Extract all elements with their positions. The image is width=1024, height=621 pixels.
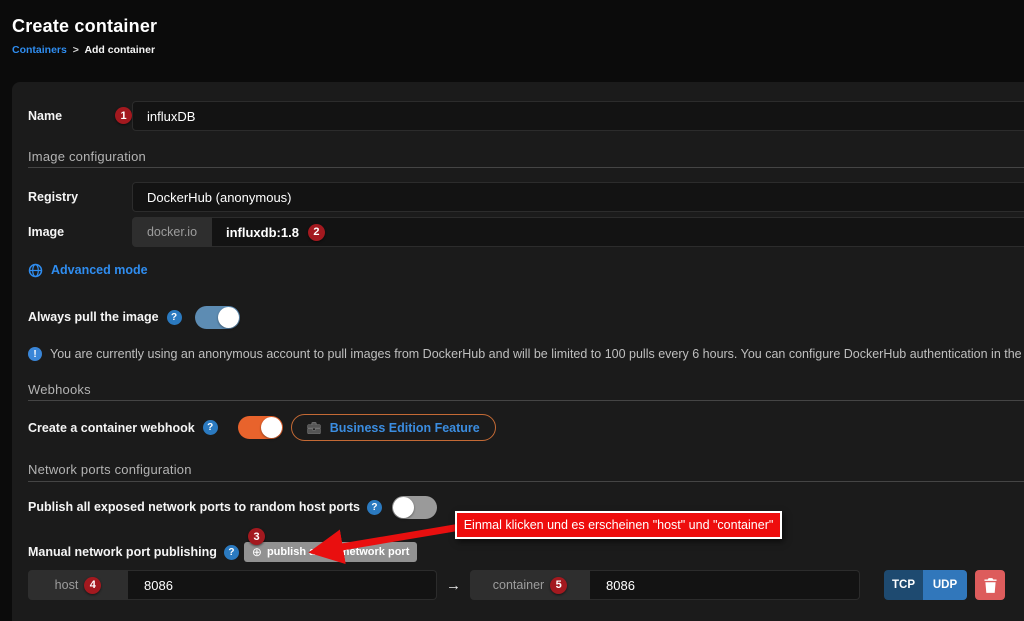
port-mapping-row: host 4 → container 5 TCP UDP xyxy=(28,570,1024,600)
udp-button[interactable]: UDP xyxy=(923,570,967,600)
publish-all-toggle[interactable] xyxy=(392,496,437,519)
delete-port-button[interactable] xyxy=(975,570,1005,600)
publish-port-button-label: publish a new network port xyxy=(267,546,409,558)
container-addon: container 5 xyxy=(470,570,590,600)
toggle-knob xyxy=(218,307,239,328)
image-input[interactable]: influxdb:1.8 2 xyxy=(212,217,1024,247)
manual-port-label: Manual network port publishing xyxy=(28,545,217,559)
container-port-input[interactable] xyxy=(590,570,860,600)
info-icon: ! xyxy=(28,347,42,361)
container-addon-label: container xyxy=(493,578,544,592)
registry-row: Registry xyxy=(28,182,1024,212)
notice-text: You are currently using an anonymous acc… xyxy=(50,347,1024,361)
host-addon: host 4 xyxy=(28,570,128,600)
briefcase-icon xyxy=(307,421,321,434)
section-divider xyxy=(28,481,1024,482)
notice-text-body: You are currently using an anonymous acc… xyxy=(50,347,1024,361)
breadcrumb-current: Add container xyxy=(84,44,155,56)
breadcrumb: Containers > Add container xyxy=(12,44,157,56)
create-webhook-toggle[interactable] xyxy=(238,416,283,439)
plus-circle-icon: ⊕ xyxy=(252,546,262,558)
annotation-badge-1: 1 xyxy=(115,107,132,124)
toggle-knob xyxy=(261,417,282,438)
section-divider xyxy=(28,167,1024,168)
publish-port-button[interactable]: ⊕ publish a new network port xyxy=(244,542,417,562)
page-header: Create container Containers > Add contai… xyxy=(12,16,157,56)
registry-select[interactable] xyxy=(132,182,1024,212)
name-row: Name 1 xyxy=(28,101,1024,131)
breadcrumb-separator: > xyxy=(73,44,79,56)
toggle-knob xyxy=(393,497,414,518)
always-pull-label: Always pull the image xyxy=(28,310,159,324)
help-icon[interactable]: ? xyxy=(224,545,239,560)
help-icon[interactable]: ? xyxy=(167,310,182,325)
page-title: Create container xyxy=(12,16,157,37)
publish-all-label: Publish all exposed network ports to ran… xyxy=(28,500,360,514)
create-container-panel: Name 1 Image configuration Registry Imag… xyxy=(12,82,1024,621)
image-value: influxdb:1.8 xyxy=(226,225,299,240)
image-label: Image xyxy=(28,225,132,239)
webhook-row: Create a container webhook ? Business Ed… xyxy=(28,414,1024,441)
globe-icon xyxy=(28,263,43,278)
trash-icon xyxy=(984,578,997,593)
section-divider xyxy=(28,400,1024,401)
annotation-badge-5: 5 xyxy=(550,577,567,594)
host-port-input[interactable] xyxy=(128,570,437,600)
image-row: Image docker.io influxdb:1.8 2 xyxy=(28,217,1024,247)
business-edition-pill[interactable]: Business Edition Feature xyxy=(291,414,496,441)
name-input[interactable] xyxy=(132,101,1024,131)
breadcrumb-link-containers[interactable]: Containers xyxy=(12,44,67,56)
network-ports-header: Network ports configuration xyxy=(28,462,1024,477)
help-icon[interactable]: ? xyxy=(203,420,218,435)
pull-limit-notice: ! You are currently using an anonymous a… xyxy=(28,346,1024,362)
image-registry-addon: docker.io xyxy=(132,217,212,247)
port-map-arrow-icon: → xyxy=(437,577,470,594)
annotation-badge-2: 2 xyxy=(308,224,325,241)
webhooks-header: Webhooks xyxy=(28,382,1024,397)
help-icon[interactable]: ? xyxy=(367,500,382,515)
always-pull-row: Always pull the image ? xyxy=(28,305,1024,329)
business-edition-label: Business Edition Feature xyxy=(330,421,480,435)
registry-label: Registry xyxy=(28,190,132,204)
advanced-mode-row: Advanced mode xyxy=(28,262,1024,278)
always-pull-toggle[interactable] xyxy=(195,306,240,329)
advanced-mode-link[interactable]: Advanced mode xyxy=(51,263,148,277)
annotation-callout: Einmal klicken und es erscheinen "host" … xyxy=(455,511,782,539)
host-addon-label: host xyxy=(55,578,79,592)
annotation-badge-3: 3 xyxy=(248,528,265,545)
protocol-selector: TCP UDP xyxy=(884,570,967,600)
manual-port-row: Manual network port publishing ? ⊕ publi… xyxy=(28,541,1024,563)
image-configuration-header: Image configuration xyxy=(28,149,1024,164)
create-webhook-label: Create a container webhook xyxy=(28,421,195,435)
annotation-badge-4: 4 xyxy=(84,577,101,594)
tcp-button[interactable]: TCP xyxy=(884,570,923,600)
